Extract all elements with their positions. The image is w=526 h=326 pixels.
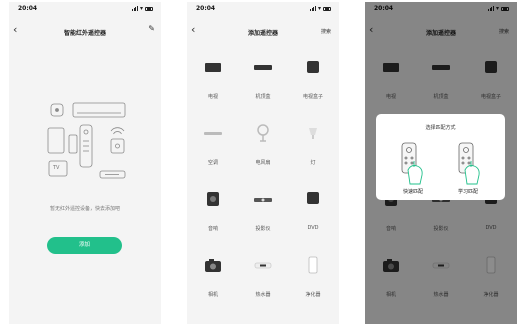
tv-box-icon bbox=[307, 61, 319, 73]
status-time: 20:04 bbox=[18, 5, 38, 12]
page-title: 智能红外遥控器 bbox=[63, 30, 106, 37]
device-label: 电视 bbox=[207, 94, 218, 100]
page-title: 添加遥控器 bbox=[247, 30, 278, 37]
device-label: 音响 bbox=[207, 226, 218, 232]
search-link[interactable]: 搜索 bbox=[321, 28, 331, 35]
air-conditioner-icon bbox=[204, 132, 222, 135]
lamp-icon bbox=[309, 128, 317, 139]
water-heater-icon bbox=[254, 262, 272, 269]
device-fan[interactable]: 电风扇 bbox=[238, 114, 288, 174]
device-label: 相机 bbox=[207, 292, 218, 298]
screen-empty-remote-list: 20:04 ▾ ‹ 智能红外遥控器 ✎ TV 暂无红外遥控设备，快去添加吧 添加 bbox=[9, 2, 161, 324]
speaker-icon bbox=[207, 192, 219, 206]
screen-add-remote-match-dialog: 20:04 ▾ ‹ 添加遥控器 搜索 电视 机顶盒 电视盒子 音响 投影仪 DV… bbox=[365, 2, 517, 324]
status-bar: 20:04 ▾ bbox=[187, 2, 339, 18]
status-icons: ▾ bbox=[131, 5, 153, 12]
device-tv[interactable]: 电视 bbox=[188, 48, 238, 108]
nav-bar: ‹ 智能红外遥控器 ✎ bbox=[9, 18, 161, 42]
empty-devices-illustration: TV bbox=[45, 101, 127, 185]
device-purifier[interactable]: 净化器 bbox=[288, 246, 338, 306]
nav-bar: ‹ 添加遥控器 搜索 bbox=[187, 18, 339, 42]
device-water-heater[interactable]: 热水器 bbox=[238, 246, 288, 306]
device-label: 热水器 bbox=[255, 292, 271, 298]
device-tv-box[interactable]: 电视盒子 bbox=[288, 48, 338, 108]
learn-match-option[interactable]: 学习匹配 bbox=[443, 140, 493, 196]
battery-icon bbox=[323, 6, 331, 11]
screen-add-remote: 20:04 ▾ ‹ 添加遥控器 搜索 电视 机顶盒 电视盒子 空调 电风扇 灯 … bbox=[187, 2, 339, 324]
dialog-title: 选择匹配方式 bbox=[425, 125, 456, 131]
set-top-box-icon bbox=[254, 65, 272, 70]
projector-icon bbox=[254, 198, 272, 202]
device-label: 电视盒子 bbox=[302, 94, 323, 100]
device-label: 灯 bbox=[310, 160, 316, 166]
device-set-top-box[interactable]: 机顶盒 bbox=[238, 48, 288, 108]
wifi-icon: ▾ bbox=[317, 5, 321, 12]
purifier-icon bbox=[308, 256, 318, 274]
wifi-icon: ▾ bbox=[139, 5, 143, 12]
signal-icon bbox=[131, 6, 138, 11]
empty-state-text: 暂无红外遥控设备，快去添加吧 bbox=[49, 206, 120, 212]
status-bar: 20:04 ▾ bbox=[9, 2, 161, 18]
status-time: 20:04 bbox=[196, 5, 216, 12]
device-label: 空调 bbox=[207, 160, 218, 166]
device-label: DVD bbox=[307, 225, 319, 231]
tv-icon bbox=[205, 63, 221, 72]
signal-icon bbox=[309, 6, 316, 11]
device-label: 投影仪 bbox=[255, 226, 271, 232]
battery-icon bbox=[145, 6, 153, 11]
device-label: 电风扇 bbox=[255, 160, 271, 166]
tv-label: TV bbox=[53, 165, 60, 171]
dvd-icon bbox=[307, 192, 319, 204]
learn-match-label: 学习匹配 bbox=[457, 189, 478, 195]
device-lamp[interactable]: 灯 bbox=[288, 114, 338, 174]
device-label: 净化器 bbox=[305, 292, 321, 298]
add-button[interactable]: 添加 bbox=[47, 237, 122, 254]
hand-remote-learn-icon bbox=[458, 142, 480, 185]
fan-icon bbox=[257, 124, 269, 142]
quick-match-option[interactable]: 快速匹配 bbox=[388, 140, 438, 196]
edit-icon[interactable]: ✎ bbox=[148, 24, 155, 33]
device-camera[interactable]: 相机 bbox=[188, 246, 238, 306]
quick-match-label: 快速匹配 bbox=[402, 189, 423, 195]
match-method-dialog: 选择匹配方式 快速匹配 学习匹配 bbox=[376, 114, 505, 200]
status-icons: ▾ bbox=[309, 5, 331, 12]
device-projector[interactable]: 投影仪 bbox=[238, 180, 288, 240]
camera-icon bbox=[205, 259, 221, 272]
device-air-conditioner[interactable]: 空调 bbox=[188, 114, 238, 174]
device-dvd[interactable]: DVD bbox=[288, 180, 338, 240]
device-label: 机顶盒 bbox=[255, 94, 271, 100]
device-speaker[interactable]: 音响 bbox=[188, 180, 238, 240]
hand-remote-icon bbox=[401, 142, 423, 185]
